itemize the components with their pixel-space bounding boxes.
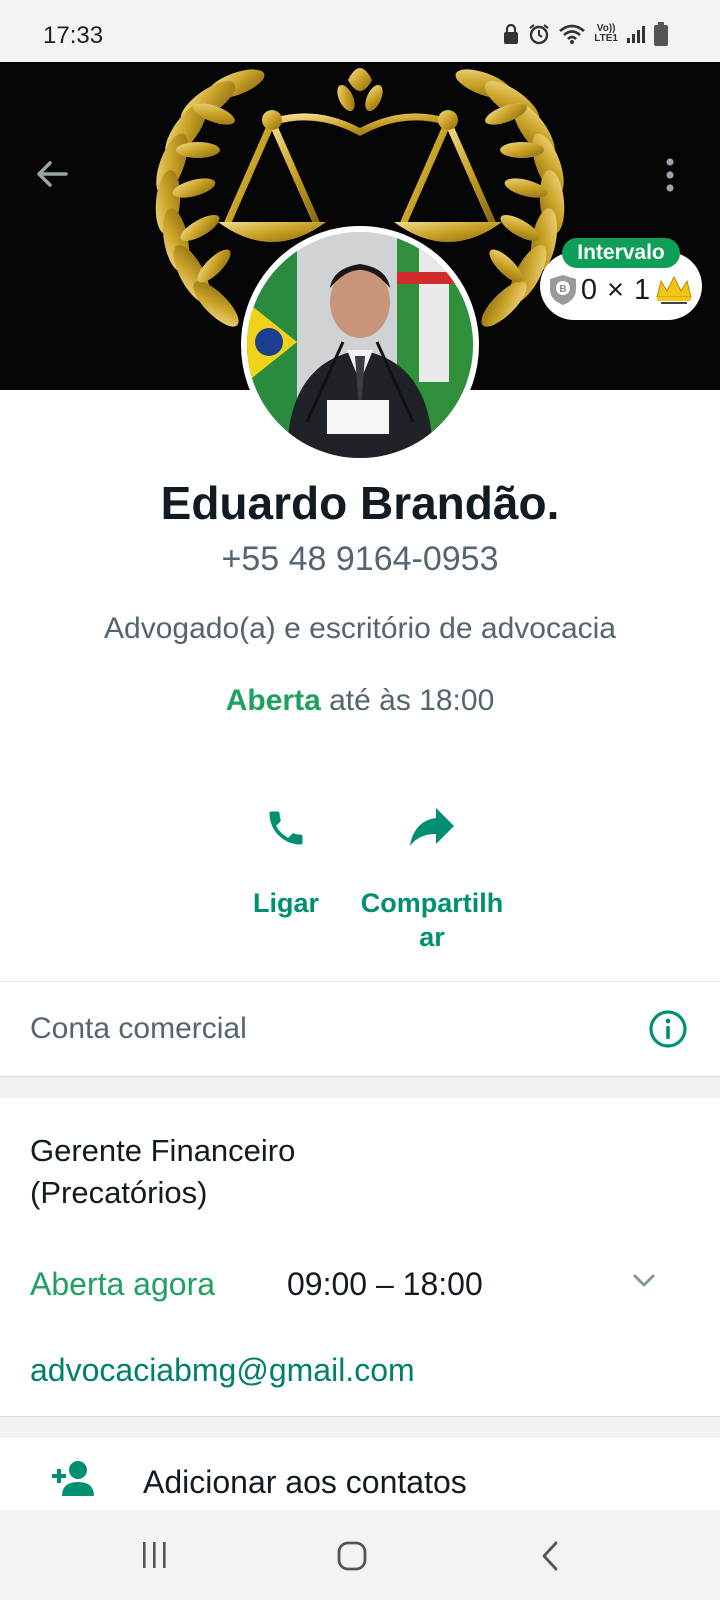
status-time: 17:33	[43, 22, 104, 49]
avatar-photo	[247, 232, 473, 458]
call-label: Ligar	[252, 888, 319, 918]
signal-icon	[626, 24, 646, 44]
home-icon	[337, 1541, 367, 1571]
match-status-badge: Intervalo	[562, 238, 680, 268]
status-bar: 17:33 Vo)) LTE1	[0, 0, 720, 62]
lock-icon	[502, 23, 520, 45]
person-add-icon	[50, 1458, 94, 1503]
hours-status: Aberta agora	[30, 1266, 216, 1302]
score-widget[interactable]: Intervalo B 0 × 1	[540, 238, 702, 320]
open-status: Aberta	[225, 684, 321, 717]
team-shield-icon: B	[549, 275, 576, 305]
section-separator	[0, 1416, 720, 1438]
info-icon	[649, 1010, 687, 1048]
call-button[interactable]: Ligar	[236, 800, 336, 920]
open-status-line: Aberta até às 18:00	[0, 684, 720, 718]
section-separator	[0, 1076, 720, 1098]
wifi-icon	[558, 23, 586, 45]
hours-range: 09:00 – 18:00	[287, 1266, 483, 1302]
home-button[interactable]	[336, 1540, 368, 1577]
business-category: Advogado(a) e escritório de advocacia	[104, 612, 616, 645]
battery-icon	[654, 22, 668, 46]
share-label: Compartilhar	[360, 888, 504, 952]
profile-avatar[interactable]	[241, 226, 479, 464]
back-button[interactable]	[32, 154, 72, 199]
recent-apps-icon	[143, 1542, 166, 1568]
share-icon	[410, 808, 454, 846]
contact-name: Eduardo Brandão.	[160, 477, 560, 529]
recent-apps-button[interactable]	[140, 1540, 170, 1575]
status-icons: Vo)) LTE1	[502, 22, 668, 46]
chevron-down-icon[interactable]	[630, 1270, 658, 1295]
team-crest-icon	[656, 275, 692, 304]
score-value: 0 × 1	[580, 273, 652, 306]
business-email[interactable]: advocaciabmg@gmail.com	[30, 1352, 415, 1389]
system-navigation-bar	[0, 1510, 720, 1600]
system-back-button[interactable]	[538, 1540, 562, 1577]
info-button[interactable]	[648, 1009, 688, 1054]
business-description: Gerente Financeiro (Precatórios)	[30, 1133, 296, 1210]
phone-icon	[269, 811, 303, 845]
contact-phone[interactable]: +55 48 9164-0953	[0, 540, 720, 579]
arrow-back-icon	[37, 161, 68, 187]
add-to-contacts-row[interactable]: Adicionar aos contatos	[0, 1458, 720, 1510]
add-to-contacts-label: Adicionar aos contatos	[143, 1464, 467, 1500]
share-button[interactable]: Compartilhar	[352, 800, 512, 954]
more-options-button[interactable]	[665, 158, 675, 197]
chevron-left-icon	[542, 1541, 558, 1571]
open-until: até às 18:00	[320, 684, 495, 717]
more-vert-icon	[666, 158, 674, 192]
business-account-row[interactable]: Conta comercial	[0, 982, 720, 1076]
svg-text:B: B	[559, 284, 566, 295]
business-account-label: Conta comercial	[30, 1012, 247, 1045]
network-label: Vo)) LTE1	[594, 23, 618, 44]
business-hours-row[interactable]: Aberta agora 09:00 – 18:00	[30, 1266, 690, 1306]
alarm-icon	[528, 23, 550, 45]
